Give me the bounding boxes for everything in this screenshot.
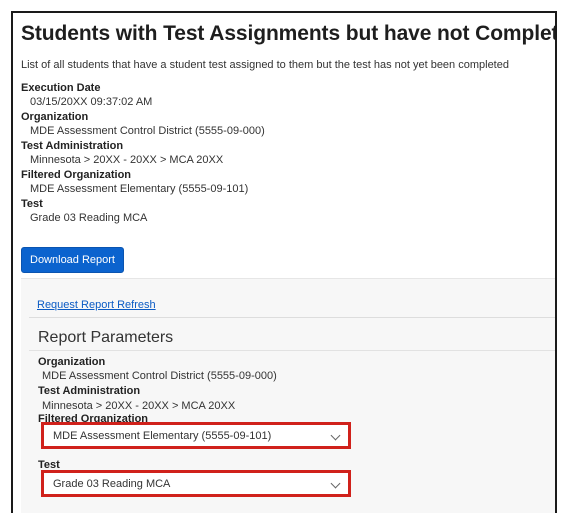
organization-value: MDE Assessment Control District (5555-09…: [30, 125, 265, 137]
request-report-refresh-link[interactable]: Request Report Refresh: [37, 299, 156, 311]
report-window: Students with Test Assignments but have …: [11, 11, 557, 513]
chevron-down-icon: [330, 430, 341, 441]
param-test-administration-label: Test Administration: [38, 385, 141, 397]
filtered-organization-value: MDE Assessment Elementary (5555-09-101): [30, 183, 249, 195]
execution-date-label: Execution Date: [21, 82, 101, 94]
divider: [29, 317, 555, 318]
page-title: Students with Test Assignments but have …: [21, 22, 557, 45]
execution-date-value: 03/15/20XX 09:37:02 AM: [30, 96, 153, 108]
report-parameters-heading: Report Parameters: [38, 329, 174, 346]
download-report-button[interactable]: Download Report: [21, 247, 124, 273]
divider: [29, 350, 555, 351]
test-administration-label: Test Administration: [21, 140, 124, 152]
param-organization-value: MDE Assessment Control District (5555-09…: [42, 370, 277, 382]
param-organization-label: Organization: [38, 356, 106, 368]
test-value: Grade 03 Reading MCA: [30, 212, 148, 224]
filtered-organization-label: Filtered Organization: [21, 169, 132, 181]
filtered-organization-select[interactable]: MDE Assessment Elementary (5555-09-101): [41, 422, 351, 449]
test-selected-value: Grade 03 Reading MCA: [53, 477, 171, 490]
test-administration-value: Minnesota > 20XX - 20XX > MCA 20XX: [30, 154, 224, 166]
organization-label: Organization: [21, 111, 89, 123]
test-select[interactable]: Grade 03 Reading MCA: [41, 470, 351, 497]
filtered-organization-selected-value: MDE Assessment Elementary (5555-09-101): [53, 429, 272, 442]
test-label: Test: [21, 198, 43, 210]
report-description: List of all students that have a student…: [21, 59, 509, 71]
chevron-down-icon: [330, 478, 341, 489]
param-test-administration-value: Minnesota > 20XX - 20XX > MCA 20XX: [42, 400, 236, 412]
